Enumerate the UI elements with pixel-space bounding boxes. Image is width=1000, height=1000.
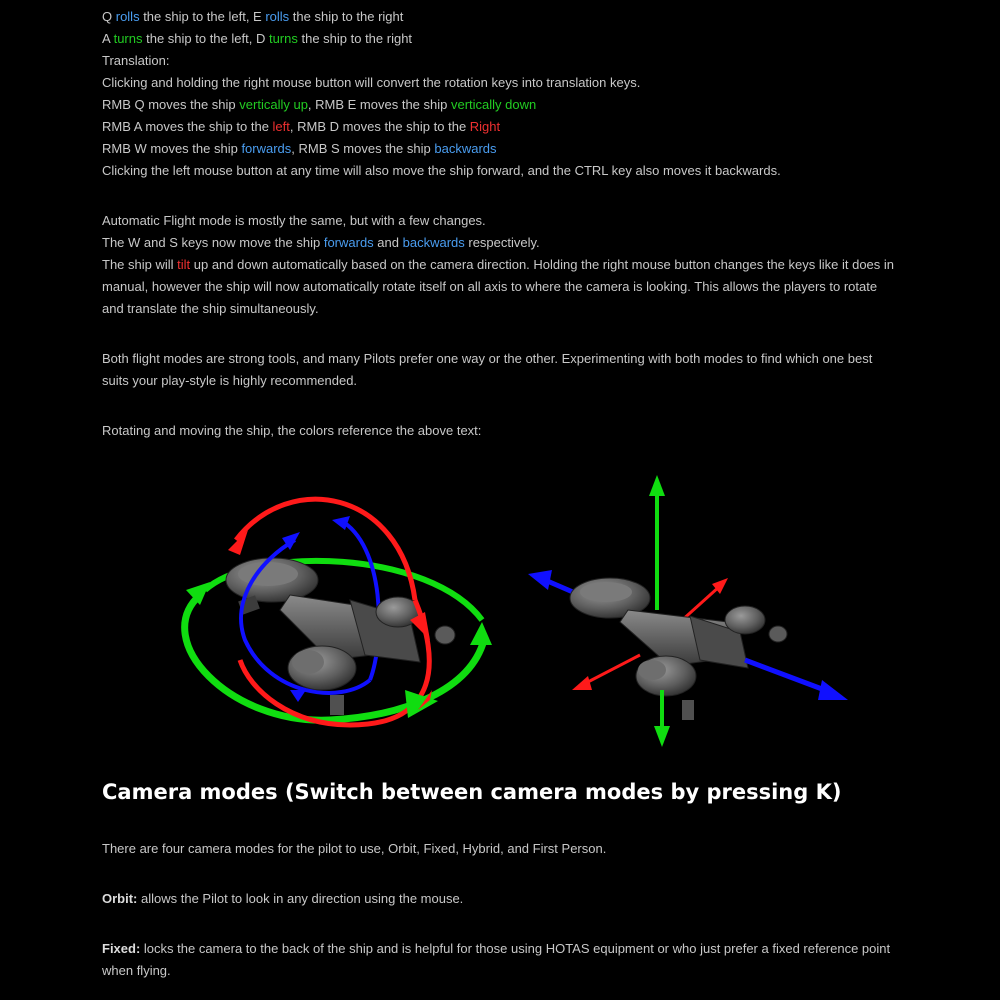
translation-intro: Clicking and holding the right mouse but… [102, 75, 641, 90]
fixed-label: Fixed: [102, 941, 141, 956]
green-arrowhead [649, 475, 665, 496]
lateral-line: RMB A moves the ship to the left, RMB D … [102, 119, 501, 134]
vertical-up-highlight: vertically up [239, 97, 308, 112]
left-highlight: left [272, 119, 290, 134]
orbit-label: Orbit: [102, 891, 138, 906]
backwards-highlight: backwards [434, 141, 497, 156]
forward-line: RMB W moves the ship forwards, RMB S mov… [102, 141, 497, 156]
automatic-intro: Automatic Flight mode is mostly the same… [102, 213, 486, 228]
forwards-highlight: forwards [323, 235, 374, 250]
camera-intro: There are four camera modes for the pilo… [102, 841, 607, 856]
red-arrowhead [572, 676, 592, 690]
rolls-highlight: rolls [265, 9, 290, 24]
vertical-down-highlight: vertically down [450, 97, 537, 112]
turn-line: A turns the ship to the left, D turns th… [102, 31, 413, 46]
rotation-diagram [181, 496, 492, 728]
blue-axis-front [744, 657, 831, 695]
vertical-line: RMB Q moves the ship vertically up, RMB … [102, 97, 537, 112]
roll-line: Q rolls the ship to the left, E rolls th… [102, 9, 404, 24]
backwards-highlight: backwards [402, 235, 465, 250]
tilt-paragraph: The ship will tilt up and down automatic… [102, 257, 895, 316]
ship-model-right [569, 577, 788, 720]
fixed-paragraph: Fixed: locks the camera to the back of t… [102, 941, 891, 978]
tilt-highlight: tilt [177, 257, 191, 272]
green-arrowhead [654, 726, 670, 747]
blue-arrowhead [528, 570, 552, 590]
article-page: Q rolls the ship to the left, E rolls th… [0, 0, 1000, 1000]
rolls-highlight: rolls [115, 9, 140, 24]
both-modes-paragraph: Both flight modes are strong tools, and … [102, 351, 873, 388]
ws-line: The W and S keys now move the ship forwa… [102, 235, 540, 250]
blue-arrowhead [290, 690, 306, 702]
blue-arrowhead [332, 516, 350, 530]
translation-heading: Translation: [102, 53, 170, 68]
lmb-line: Clicking the left mouse button at any ti… [102, 163, 781, 178]
translation-diagram [528, 475, 848, 747]
turns-highlight: turns [268, 31, 298, 46]
figure-caption: Rotating and moving the ship, the colors… [102, 423, 482, 438]
orbit-paragraph: Orbit: allows the Pilot to look in any d… [102, 891, 464, 906]
ship-axes-figure [181, 475, 848, 747]
right-highlight: Right [469, 119, 501, 134]
green-arrowhead [470, 622, 492, 645]
red-axis-front [583, 653, 641, 686]
turns-highlight: turns [113, 31, 143, 46]
blue-arrowhead [818, 680, 848, 700]
camera-modes-heading: Camera modes (Switch between camera mode… [102, 780, 842, 804]
article-body: Q rolls the ship to the left, E rolls th… [102, 6, 902, 442]
forwards-highlight: forwards [241, 141, 292, 156]
